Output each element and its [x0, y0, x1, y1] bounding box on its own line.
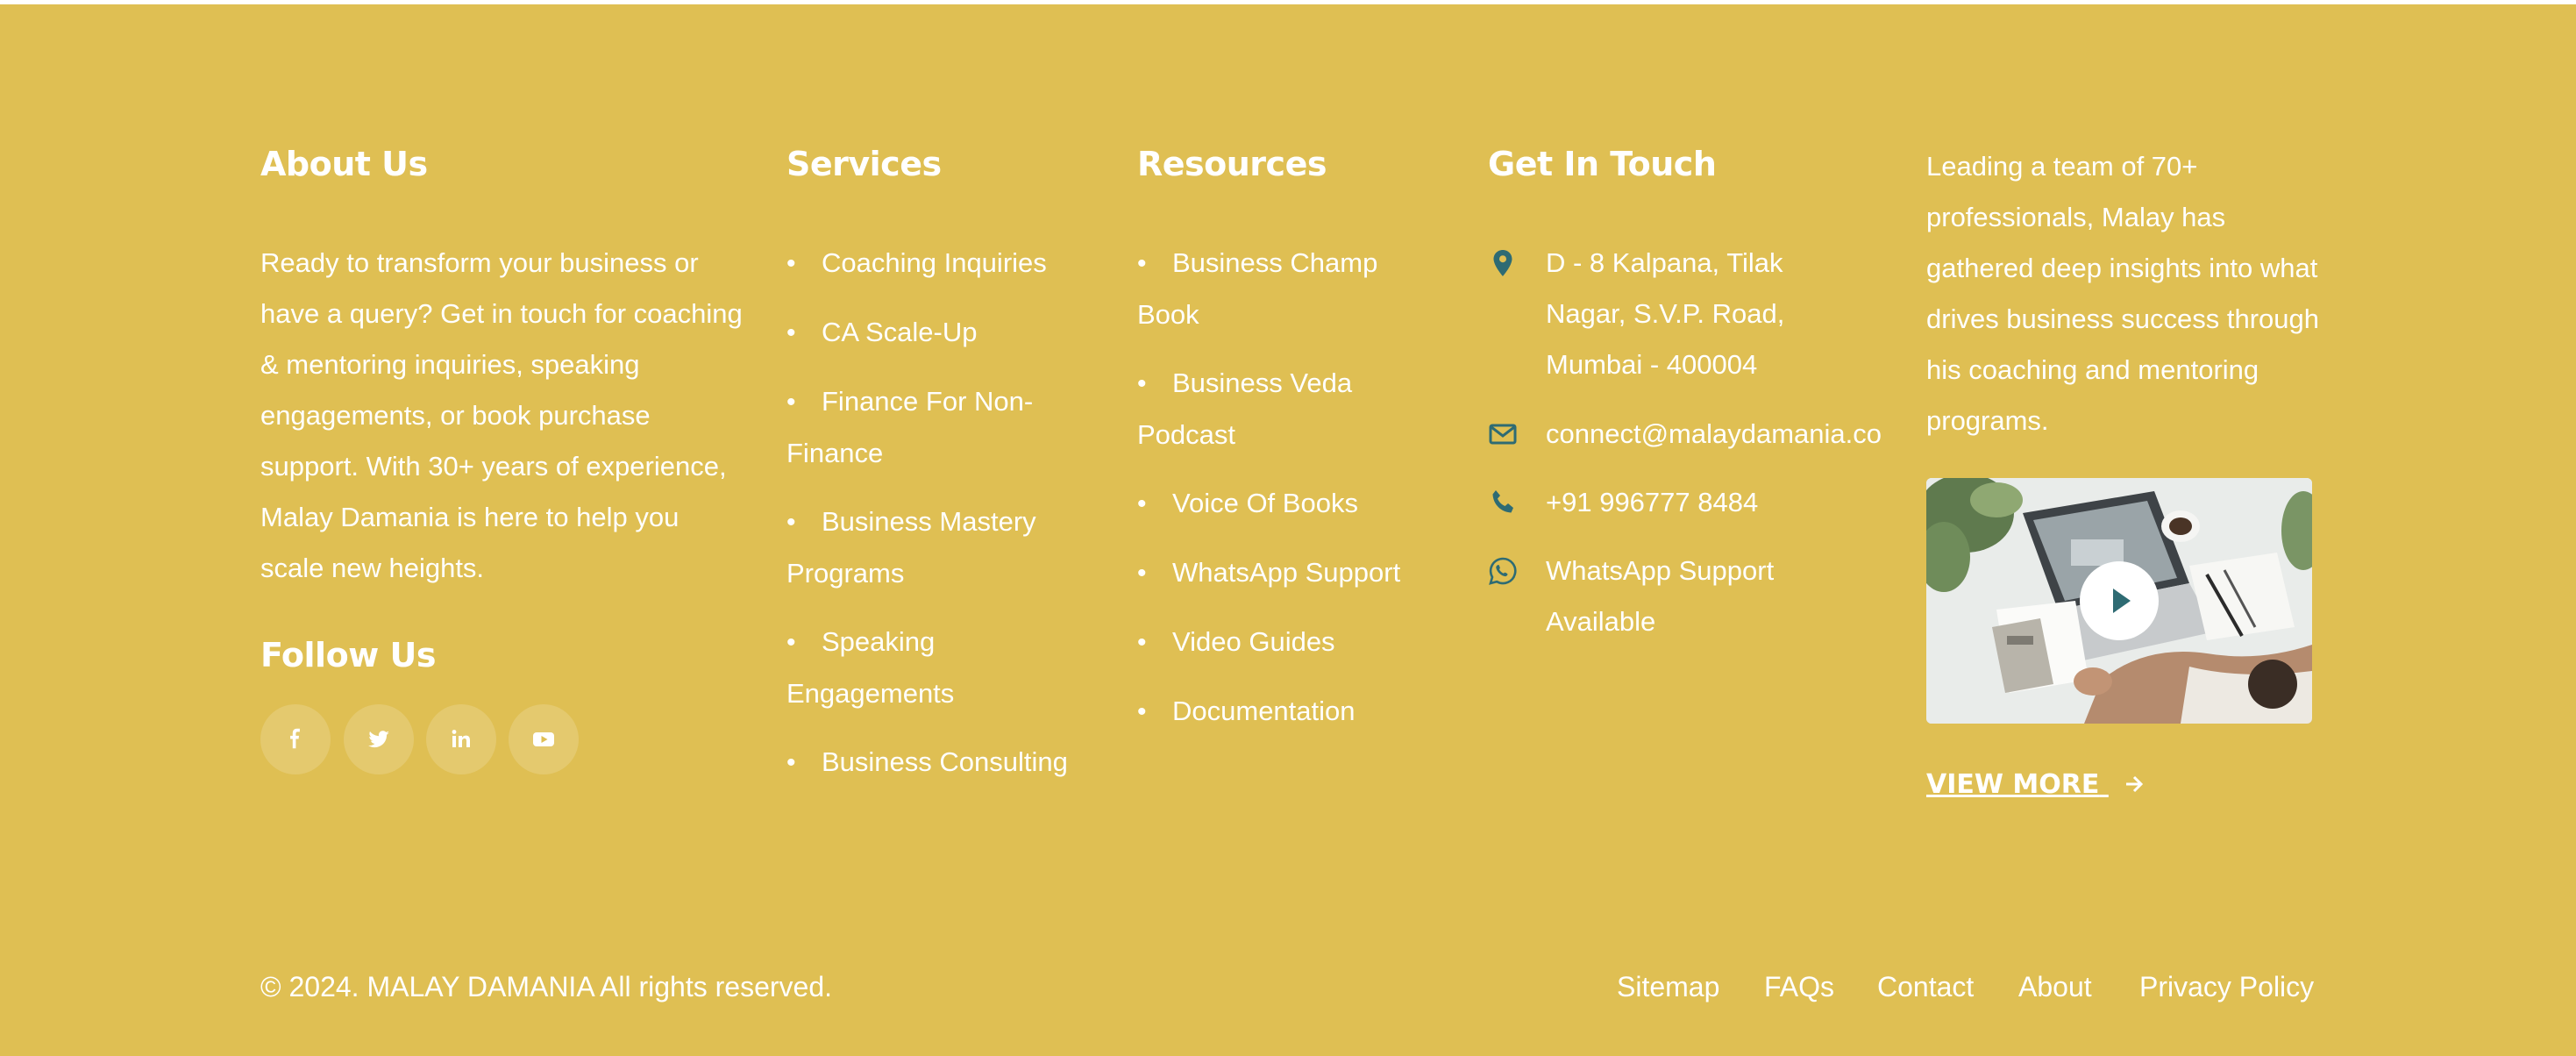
- contact-address: D - 8 Kalpana, Tilak Nagar, S.V.P. Road,…: [1488, 238, 1891, 396]
- services-item[interactable]: Business Consulting: [786, 737, 1102, 788]
- services-heading: Services: [786, 145, 942, 183]
- facebook-icon: [290, 728, 300, 749]
- linkedin-button[interactable]: [426, 704, 496, 774]
- youtube-icon: [533, 732, 554, 746]
- resources-item[interactable]: Business Champ Book: [1137, 238, 1440, 340]
- bottom-link-about[interactable]: About: [2018, 969, 2092, 1004]
- bottom-link-privacy-policy[interactable]: Privacy Policy: [2139, 969, 2314, 1004]
- resources-item[interactable]: Documentation: [1137, 686, 1440, 738]
- contact-email-text[interactable]: connect@malaydamania.co: [1546, 409, 1882, 460]
- contact-phone-text[interactable]: +91 996777 8484: [1546, 477, 1758, 528]
- location-pin-icon: [1493, 250, 1512, 276]
- video-thumbnail[interactable]: [1926, 478, 2312, 724]
- linkedin-icon: [452, 730, 470, 747]
- resources-item[interactable]: Business Veda Podcast: [1137, 358, 1440, 460]
- bottom-link-sitemap[interactable]: Sitemap: [1617, 969, 1719, 1004]
- site-footer: About Us Ready to transform your busines…: [0, 4, 2576, 1056]
- services-item[interactable]: Business Mastery Programs: [786, 496, 1102, 599]
- contact-whatsapp[interactable]: WhatsApp Support Available: [1488, 546, 1891, 651]
- resources-item[interactable]: Voice Of Books: [1137, 478, 1440, 530]
- promo-text: Leading a team of 70+ professionals, Mal…: [1926, 151, 2320, 436]
- phone-icon: [1492, 490, 1513, 513]
- contact-whatsapp-text[interactable]: WhatsApp Support Available: [1546, 546, 1809, 647]
- twitter-icon: [368, 731, 389, 748]
- contact-phone[interactable]: +91 996777 8484: [1488, 477, 1891, 528]
- follow-heading: Follow Us: [260, 636, 437, 674]
- play-button[interactable]: [2080, 561, 2159, 640]
- twitter-button[interactable]: [344, 704, 414, 774]
- envelope-icon: [1489, 424, 1517, 445]
- copyright-text: © 2024. MALAY DAMANIA All rights reserve…: [260, 971, 832, 1002]
- about-text: Ready to transform your business or have…: [260, 247, 743, 583]
- about-heading: About Us: [260, 145, 428, 183]
- resources-item[interactable]: Video Guides: [1137, 617, 1440, 668]
- services-list: Coaching Inquiries CA Scale-Up Finance F…: [786, 238, 1102, 806]
- view-more-link[interactable]: VIEW MORE: [1926, 769, 2145, 800]
- contact-address-text: D - 8 Kalpana, Tilak Nagar, S.V.P. Road,…: [1546, 247, 1785, 380]
- services-item[interactable]: CA Scale-Up: [786, 307, 1102, 359]
- services-item[interactable]: Coaching Inquiries: [786, 238, 1102, 289]
- bottom-link-faqs[interactable]: FAQs: [1764, 969, 1834, 1004]
- facebook-button[interactable]: [260, 704, 331, 774]
- services-item[interactable]: Speaking Engagements: [786, 617, 1102, 719]
- contact-email[interactable]: connect@malaydamania.co: [1488, 409, 1891, 460]
- resources-heading: Resources: [1137, 145, 1327, 183]
- arrow-right-icon: [2125, 775, 2143, 793]
- youtube-button[interactable]: [509, 704, 579, 774]
- bottom-link-contact[interactable]: Contact: [1877, 969, 1974, 1004]
- whatsapp-icon: [1489, 557, 1517, 585]
- resources-list: Business Champ Book Business Veda Podcas…: [1137, 238, 1440, 755]
- contact-heading: Get In Touch: [1488, 145, 1717, 183]
- resources-item[interactable]: WhatsApp Support: [1137, 547, 1440, 599]
- services-item[interactable]: Finance For Non-Finance: [786, 376, 1102, 479]
- view-more-label[interactable]: VIEW MORE: [1926, 769, 2099, 800]
- play-icon: [2113, 589, 2131, 613]
